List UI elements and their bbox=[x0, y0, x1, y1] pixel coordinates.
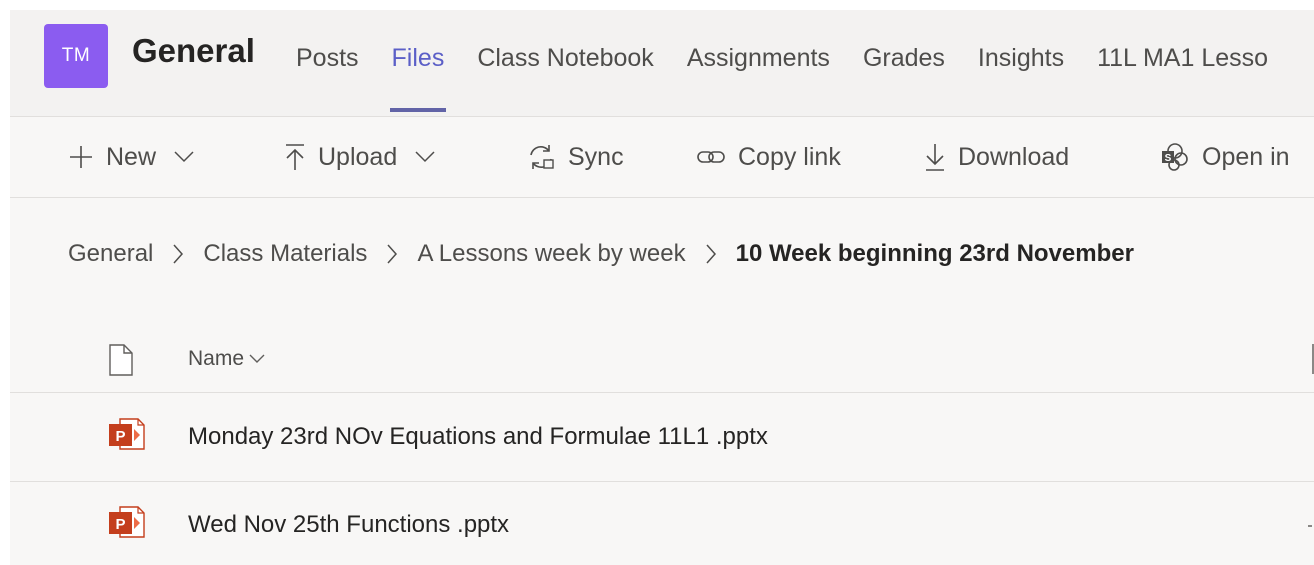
svg-text:P: P bbox=[115, 516, 125, 533]
files-toolbar: New Upload Sync Copy link Download S Ope… bbox=[10, 116, 1314, 198]
file-type-column-icon[interactable] bbox=[108, 344, 134, 381]
file-name[interactable]: Monday 23rd NOv Equations and Formulae 1… bbox=[188, 419, 768, 455]
chevron-right-icon bbox=[705, 243, 717, 265]
chevron-right-icon bbox=[386, 243, 398, 265]
upload-button[interactable]: Upload bbox=[284, 139, 435, 175]
chevron-right-icon bbox=[172, 243, 184, 265]
file-name[interactable]: Wed Nov 25th Functions .pptx bbox=[188, 507, 509, 543]
copy-link-button[interactable]: Copy link bbox=[696, 139, 841, 175]
tab-insights[interactable]: Insights bbox=[978, 40, 1064, 76]
channel-title: General bbox=[132, 32, 255, 69]
tab-bar: Posts Files Class Notebook Assignments G… bbox=[296, 40, 1301, 112]
open-in-button[interactable]: S Open in bbox=[1160, 139, 1290, 175]
link-icon bbox=[696, 147, 726, 167]
breadcrumb-item-class-materials[interactable]: Class Materials bbox=[203, 236, 367, 272]
row-overflow-mark bbox=[1308, 525, 1312, 527]
download-icon bbox=[924, 142, 946, 172]
sync-button[interactable]: Sync bbox=[526, 139, 624, 175]
tab-posts[interactable]: Posts bbox=[296, 40, 359, 76]
name-column-label: Name bbox=[188, 347, 245, 370]
chevron-down-icon bbox=[174, 151, 194, 163]
app-frame: TM General Posts Files Class Notebook As… bbox=[10, 10, 1314, 565]
new-label: New bbox=[106, 143, 157, 171]
open-in-label: Open in bbox=[1202, 143, 1290, 171]
new-button[interactable]: New bbox=[68, 139, 194, 175]
powerpoint-icon: P bbox=[108, 505, 146, 544]
breadcrumb-item-lessons[interactable]: A Lessons week by week bbox=[417, 236, 685, 272]
sync-label: Sync bbox=[568, 143, 624, 171]
file-list-header: Name bbox=[10, 332, 1314, 393]
file-row[interactable]: P Monday 23rd NOv Equations and Formulae… bbox=[10, 393, 1314, 482]
upload-label: Upload bbox=[318, 143, 398, 171]
tab-assignments[interactable]: Assignments bbox=[687, 40, 830, 76]
upload-icon bbox=[284, 143, 306, 171]
chevron-down-icon bbox=[249, 354, 265, 364]
tab-class-notebook[interactable]: Class Notebook bbox=[477, 40, 653, 76]
breadcrumb: General Class Materials A Lessons week b… bbox=[68, 236, 1134, 272]
chevron-down-icon bbox=[415, 151, 435, 163]
download-label: Download bbox=[958, 143, 1070, 171]
tab-files[interactable]: Files bbox=[389, 40, 447, 112]
svg-text:P: P bbox=[115, 428, 125, 445]
download-button[interactable]: Download bbox=[924, 139, 1069, 175]
powerpoint-icon: P bbox=[108, 417, 146, 456]
tab-lesson[interactable]: 11L MA1 Lesso bbox=[1097, 40, 1268, 76]
file-row[interactable]: P Wed Nov 25th Functions .pptx bbox=[10, 481, 1314, 565]
name-column-header[interactable]: Name bbox=[188, 344, 265, 374]
breadcrumb-current-folder: 10 Week beginning 23rd November bbox=[735, 240, 1134, 267]
channel-header: TM General Posts Files Class Notebook As… bbox=[10, 10, 1314, 116]
sync-icon bbox=[526, 143, 556, 171]
copy-link-label: Copy link bbox=[738, 143, 841, 171]
team-avatar[interactable]: TM bbox=[44, 24, 108, 88]
svg-text:S: S bbox=[1165, 153, 1172, 164]
plus-icon bbox=[68, 144, 94, 170]
tab-grades[interactable]: Grades bbox=[863, 40, 945, 76]
sharepoint-icon: S bbox=[1160, 142, 1190, 172]
breadcrumb-item-general[interactable]: General bbox=[68, 236, 153, 272]
